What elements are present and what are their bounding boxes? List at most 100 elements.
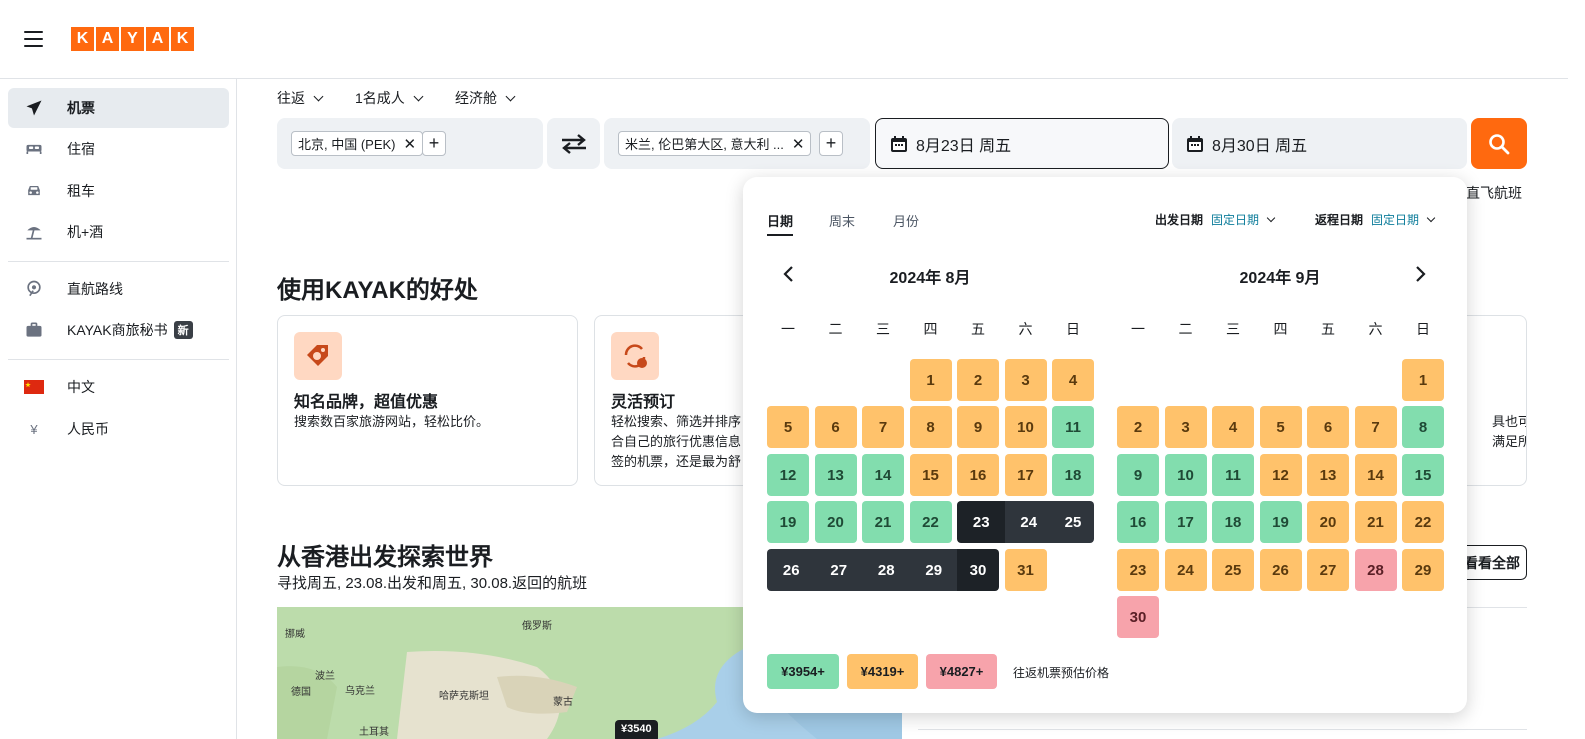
calendar-day[interactable]: 1 (909, 359, 952, 401)
calendar-day[interactable]: 12 (1259, 454, 1302, 496)
calendar-day[interactable]: 12 (767, 454, 809, 496)
divider (918, 729, 1527, 730)
calendar-day[interactable]: 29 (1402, 549, 1444, 591)
search-button[interactable] (1471, 118, 1527, 169)
swap-button[interactable] (547, 118, 600, 169)
kayak-logo[interactable]: KAYAK (71, 27, 194, 51)
calendar-day[interactable]: 16 (1117, 501, 1159, 543)
cabin-dropdown[interactable]: 经济舱 (455, 88, 516, 108)
calendar-day[interactable]: 24 (1004, 501, 1053, 543)
calendar-day[interactable]: 2 (1117, 406, 1159, 448)
calendar-day[interactable]: 23 (957, 501, 1006, 543)
tab-dates[interactable]: 日期 (767, 211, 794, 236)
destination-field[interactable]: 米兰, 伦巴第大区, 意大利 ... ✕ + (604, 118, 870, 169)
calendar-day[interactable]: 6 (814, 406, 857, 448)
return-flex-dropdown[interactable]: 返程日期 固定日期 (1315, 211, 1436, 228)
calendar-day[interactable]: 21 (862, 501, 904, 543)
calendar-day[interactable]: 20 (814, 501, 857, 543)
calendar-day[interactable]: 27 (814, 549, 863, 591)
calendar-day[interactable]: 20 (1307, 501, 1349, 543)
direct-flights-hint[interactable]: 直飞航班 (1466, 183, 1522, 203)
calendar-day[interactable]: 11 (1052, 406, 1094, 448)
sidebar-item-cars[interactable]: 租车 (8, 171, 229, 211)
sidebar-item-business[interactable]: KAYAK商旅秘书 新 (8, 310, 229, 350)
add-destination-button[interactable]: + (819, 131, 843, 156)
weekday-label: 六 (1018, 321, 1033, 337)
route-icon (24, 279, 44, 299)
sidebar-item-flights[interactable]: 机票 (8, 88, 229, 128)
calendar-day[interactable]: 17 (1004, 454, 1047, 496)
calendar-day[interactable]: 3 (1164, 406, 1207, 448)
calendar-day[interactable]: 22 (909, 501, 952, 543)
map-price-pin[interactable]: ¥3540 (615, 720, 658, 739)
depart-date-field[interactable]: 8月23日 周五 (875, 118, 1169, 169)
calendar-day[interactable]: 6 (1307, 406, 1349, 448)
calendar-day[interactable]: 5 (767, 406, 809, 448)
calendar-day[interactable]: 9 (1117, 454, 1159, 496)
calendar-day[interactable]: 23 (1117, 549, 1159, 591)
tab-weekends[interactable]: 周末 (829, 211, 855, 230)
calendar-day[interactable]: 10 (1164, 454, 1207, 496)
calendar-day[interactable]: 27 (1307, 549, 1349, 591)
calendar-day[interactable]: 30 (957, 549, 999, 591)
calendar-day[interactable]: 4 (1212, 406, 1254, 448)
add-origin-button[interactable]: + (422, 131, 446, 156)
sidebar-item-currency[interactable]: ¥ 人民币 (8, 409, 229, 449)
sidebar-item-packages[interactable]: 机+酒 (8, 212, 229, 252)
calendar-day[interactable]: 28 (862, 549, 911, 591)
next-month-button[interactable] (1411, 264, 1431, 284)
calendar-day[interactable]: 3 (1004, 359, 1047, 401)
calendar-day[interactable]: 24 (1164, 549, 1207, 591)
sidebar-item-stays[interactable]: 住宿 (8, 129, 229, 169)
calendar-day[interactable]: 8 (1402, 406, 1444, 448)
calendar-day[interactable]: 4 (1052, 359, 1094, 401)
chevron-down-icon (1426, 213, 1436, 222)
calendar-day[interactable]: 1 (1402, 359, 1444, 401)
depart-flex-dropdown[interactable]: 出发日期 固定日期 (1155, 211, 1276, 228)
trip-type-dropdown[interactable]: 往返 (277, 88, 324, 108)
travelers-dropdown[interactable]: 1名成人 (355, 88, 424, 108)
calendar-day[interactable]: 21 (1354, 501, 1397, 543)
calendar-day[interactable]: 30 (1117, 596, 1159, 638)
calendar-day[interactable]: 18 (1052, 454, 1094, 496)
menu-icon[interactable] (24, 31, 43, 47)
calendar-day[interactable]: 8 (909, 406, 952, 448)
calendar-day[interactable]: 10 (1004, 406, 1047, 448)
calendar-day[interactable]: 14 (862, 454, 904, 496)
prev-month-button[interactable] (778, 264, 798, 284)
map-label: 俄罗斯 (522, 621, 552, 632)
calendar-day[interactable]: 2 (957, 359, 999, 401)
calendar-day[interactable]: 13 (1307, 454, 1349, 496)
sidebar-item-language[interactable]: 中文 (8, 367, 229, 407)
calendar-day[interactable]: 18 (1212, 501, 1254, 543)
calendar-day[interactable]: 16 (957, 454, 999, 496)
calendar-day[interactable]: 26 (767, 549, 816, 591)
sidebar-item-direct-routes[interactable]: 直航路线 (8, 269, 229, 309)
calendar-day[interactable]: 19 (1259, 501, 1302, 543)
calendar-day[interactable]: 5 (1259, 406, 1302, 448)
sidebar-item-label: 住宿 (67, 141, 95, 157)
calendar-day[interactable]: 14 (1354, 454, 1397, 496)
close-icon[interactable]: ✕ (404, 135, 417, 153)
close-icon[interactable]: ✕ (792, 135, 805, 153)
view-all-button[interactable]: 看看全部 (1457, 545, 1527, 580)
calendar-day[interactable]: 29 (909, 549, 958, 591)
calendar-day[interactable]: 11 (1212, 454, 1254, 496)
calendar-day[interactable]: 7 (862, 406, 904, 448)
calendar-day[interactable]: 25 (1052, 501, 1094, 543)
calendar-day[interactable]: 19 (767, 501, 809, 543)
calendar-day[interactable]: 17 (1164, 501, 1207, 543)
origin-field[interactable]: 北京, 中国 (PEK) ✕ + (277, 118, 543, 169)
calendar-day[interactable]: 7 (1354, 406, 1397, 448)
calendar-day[interactable]: 26 (1259, 549, 1302, 591)
calendar-day[interactable]: 13 (814, 454, 857, 496)
return-date-field[interactable]: 8月30日 周五 (1172, 118, 1467, 169)
calendar-day[interactable]: 15 (909, 454, 952, 496)
calendar-day[interactable]: 15 (1402, 454, 1444, 496)
tab-months[interactable]: 月份 (893, 211, 919, 230)
calendar-day[interactable]: 28 (1354, 549, 1397, 591)
calendar-day[interactable]: 31 (1004, 549, 1047, 591)
calendar-day[interactable]: 22 (1402, 501, 1444, 543)
calendar-day[interactable]: 25 (1212, 549, 1254, 591)
calendar-day[interactable]: 9 (957, 406, 999, 448)
